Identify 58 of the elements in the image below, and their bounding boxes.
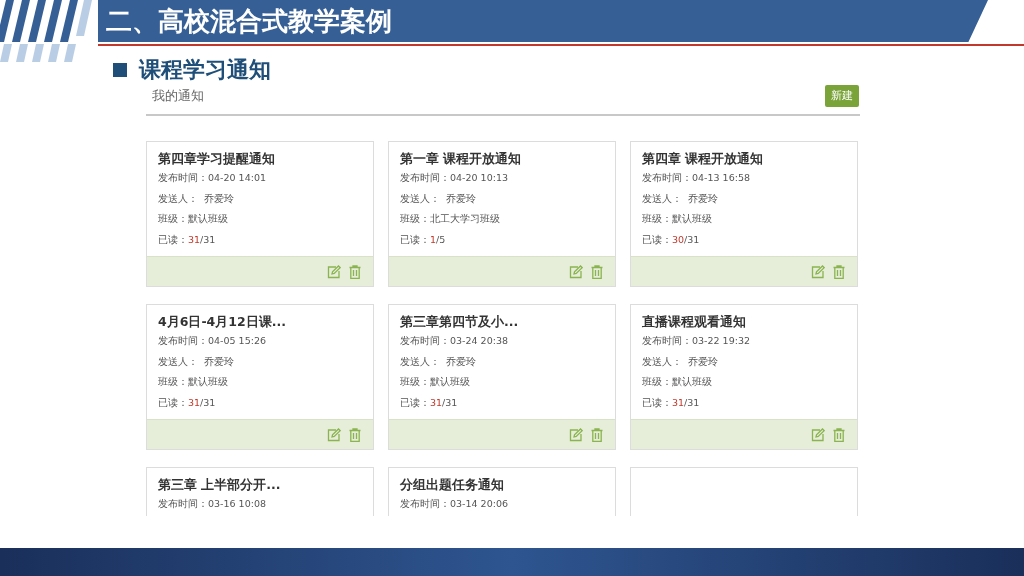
sender-text: 发送人： 乔爱玲 (158, 192, 235, 204)
class-text: 班级：默认班级 (158, 376, 228, 388)
publish-time: 发布时间：04-05 15:26 (158, 335, 266, 346)
notice-title: 第三章第四节及小... (400, 314, 520, 331)
trash-icon[interactable] (591, 264, 603, 279)
class-text: 班级：默认班级 (642, 213, 712, 225)
notice-card[interactable]: 直播课程观看通知 发布时间：03-22 19:32 发送人： 乔爱玲 班级：默认班级 已读：31/31 (630, 304, 858, 450)
read-count: 已读：31/31 (642, 395, 701, 410)
notice-title: 第一章 课程开放通知 (400, 151, 523, 168)
notice-card[interactable]: 第四章学习提醒通知 发布时间：04-20 14:01 发送人： 乔爱玲 班级：默认班级 已读：31/31 (146, 141, 374, 287)
edit-icon[interactable] (327, 264, 341, 279)
read-count: 已读：31/31 (158, 395, 217, 410)
read-count: 已读：31/31 (400, 395, 459, 410)
sender-text: 发送人： 乔爱玲 (158, 355, 235, 367)
trash-icon[interactable] (833, 427, 845, 442)
edit-icon[interactable] (811, 264, 825, 279)
notice-title: 4月6日-4月12日课... (158, 314, 287, 331)
edit-icon[interactable] (569, 427, 583, 442)
notice-title: 分组出题任务通知 (400, 477, 505, 494)
bullet-square-icon (113, 63, 127, 77)
sender-text: 发送人： 乔爱玲 (400, 192, 477, 204)
class-text: 班级：默认班级 (642, 376, 712, 388)
publish-time: 发布时间：03-22 19:32 (642, 335, 750, 346)
trash-icon[interactable] (833, 264, 845, 279)
trash-icon[interactable] (349, 264, 361, 279)
class-text: 班级：默认班级 (158, 213, 228, 225)
notice-card[interactable]: 第四章 课程开放通知 发布时间：04-13 16:58 发送人： 乔爱玲 班级：默认班级 已读：30/31 (630, 141, 858, 287)
notice-card[interactable]: 第一章 课程开放通知 发布时间：04-20 10:13 发送人： 乔爱玲 班级：北工大学习班级 已读：1/5 (388, 141, 616, 287)
publish-time: 发布时间：04-20 14:01 (158, 172, 266, 183)
publish-time: 发布时间：04-20 10:13 (400, 172, 508, 183)
publish-time: 发布时间：04-13 16:58 (642, 172, 750, 183)
publish-time: 发布时间：03-14 20:06 (400, 498, 508, 509)
notice-title: 第四章 课程开放通知 (642, 151, 765, 168)
notice-card[interactable]: 分组出题任务通知 发布时间：03-14 20:06 (388, 467, 616, 516)
edit-icon[interactable] (569, 264, 583, 279)
slide-subtitle: 课程学习通知 (139, 56, 271, 84)
notice-card[interactable]: 第三章 上半部分开... 发布时间：03-16 10:08 (146, 467, 374, 516)
slide-title: 二、高校混合式教学案例 (106, 8, 392, 34)
sender-text: 发送人： 乔爱玲 (642, 192, 719, 204)
notice-title: 第三章 上半部分开... (158, 477, 282, 494)
read-count: 已读：30/31 (642, 232, 701, 247)
sender-text: 发送人： 乔爱玲 (400, 355, 477, 367)
notice-title: 直播课程观看通知 (642, 314, 747, 331)
edit-icon[interactable] (811, 427, 825, 442)
trash-icon[interactable] (591, 427, 603, 442)
publish-time: 发布时间：03-16 10:08 (158, 498, 266, 509)
class-text: 班级：默认班级 (400, 376, 470, 388)
class-text: 班级：北工大学习班级 (400, 213, 500, 225)
read-count: 已读：1/5 (400, 232, 447, 247)
notices-heading: 我的通知 (152, 87, 204, 105)
notice-card[interactable]: 第三章第四节及小... 发布时间：03-24 20:38 发送人： 乔爱玲 班级：默认班级 已读：31/31 (388, 304, 616, 450)
notice-title: 第四章学习提醒通知 (158, 151, 276, 168)
sender-text: 发送人： 乔爱玲 (642, 355, 719, 367)
trash-icon[interactable] (349, 427, 361, 442)
publish-time: 发布时间：03-24 20:38 (400, 335, 508, 346)
notice-card[interactable]: 4月6日-4月12日课... 发布时间：04-05 15:26 发送人： 乔爱玲 班级：默认班级 已读：31/31 (146, 304, 374, 450)
edit-icon[interactable] (327, 427, 341, 442)
read-count: 已读：31/31 (158, 232, 217, 247)
